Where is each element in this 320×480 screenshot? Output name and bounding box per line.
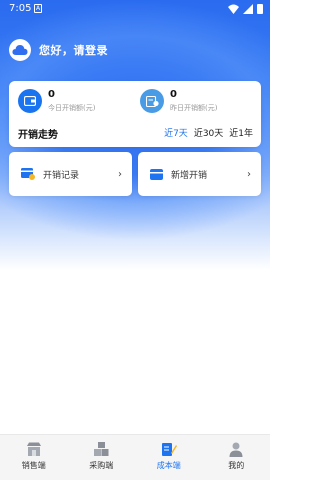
tab-purchase-label: 采购端: [89, 461, 114, 470]
tab-profile[interactable]: 我的: [203, 435, 271, 480]
expense-records-button[interactable]: 开销记录 ›: [9, 152, 132, 196]
trend-title: 开销走势: [18, 130, 58, 141]
stat-yesterday-label: 昨日开销额(元): [170, 104, 218, 112]
tab-sales-label: 销售端: [21, 461, 46, 470]
calendar-money-icon: [140, 89, 164, 113]
tab-purchase[interactable]: 采购端: [68, 435, 136, 480]
cloud-logo-icon: [88, 284, 102, 295]
stat-today-label: 今日开销额(元): [48, 104, 96, 112]
tab-7-days[interactable]: 近7天: [164, 126, 188, 139]
chevron-right-icon: ›: [247, 168, 251, 180]
login-entry[interactable]: 您好，请登录: [9, 38, 108, 62]
watermark: 吉小猪DMS: [88, 282, 159, 297]
cloud-avatar-icon: [9, 39, 31, 61]
sim-badge: A: [34, 4, 42, 13]
add-expense-button[interactable]: 新增开销 ›: [138, 152, 261, 196]
stat-yesterday: 0 昨日开销额(元): [140, 89, 217, 113]
edit-note-icon: [161, 443, 177, 456]
stats-card: 0 今日开销额(元) 0 昨日开销额(元) 开销走势 近7天 近30天 近1年: [9, 81, 261, 147]
tab-30-days[interactable]: 近30天: [194, 126, 223, 139]
boxes-icon: [94, 442, 109, 456]
status-bar: 7:05 A: [0, 0, 270, 20]
tab-cost-label: 成本端: [156, 461, 181, 470]
stat-today-value: 0: [48, 89, 55, 100]
wifi-icon: [228, 4, 239, 14]
bottom-tab-bar: 销售端 采购端 成本端 我的: [0, 434, 270, 480]
battery-icon: [257, 4, 263, 14]
tab-profile-label: 我的: [228, 461, 245, 470]
stat-yesterday-value: 0: [170, 89, 177, 100]
chevron-right-icon: ›: [118, 168, 122, 180]
add-expense-label: 新增开销: [171, 170, 208, 181]
tab-sales[interactable]: 销售端: [0, 435, 68, 480]
login-prompt: 您好，请登录: [39, 44, 108, 57]
person-icon: [229, 442, 243, 457]
tab-cost[interactable]: 成本端: [135, 435, 203, 480]
expense-records-label: 开销记录: [43, 170, 80, 181]
status-time: 7:05: [9, 3, 32, 14]
trend-tabs: 近7天 近30天 近1年: [164, 126, 253, 139]
wallet-icon: [18, 89, 42, 113]
signal-icon: [243, 4, 253, 14]
store-icon: [26, 442, 41, 456]
stat-today: 0 今日开销额(元): [18, 89, 95, 113]
records-icon: [21, 168, 35, 180]
add-expense-icon: [150, 168, 163, 180]
watermark-text: 吉小猪DMS: [106, 286, 159, 297]
tab-1-year[interactable]: 近1年: [229, 126, 253, 139]
